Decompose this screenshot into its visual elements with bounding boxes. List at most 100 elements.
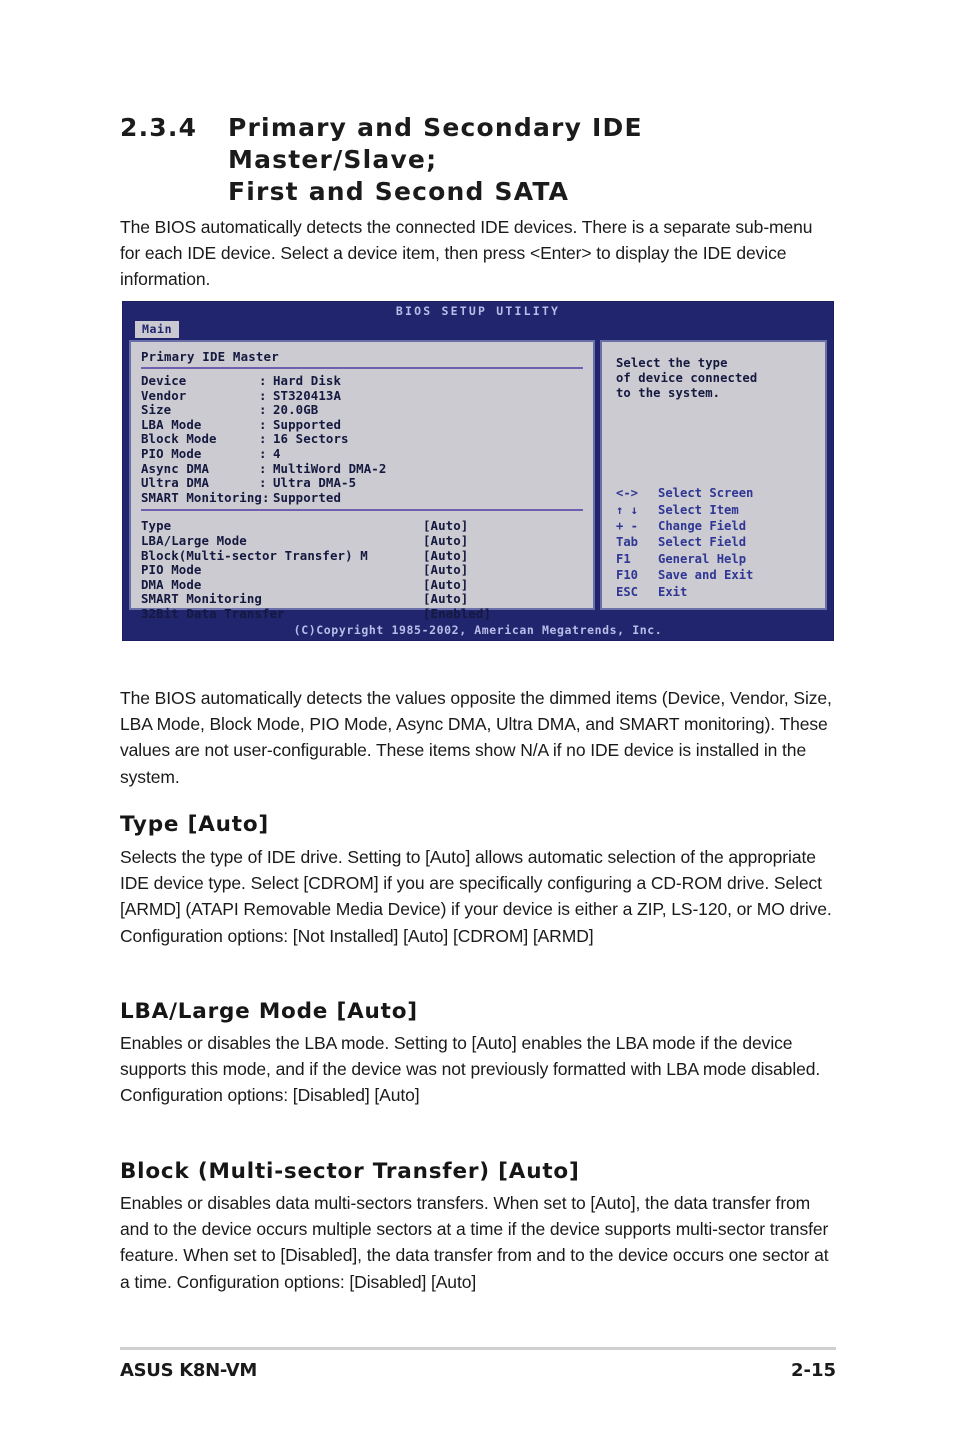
table-row: Async DMA : MultiWord DMA-2 (141, 460, 583, 477)
list-item[interactable]: PIO Mode [Auto] (141, 563, 583, 578)
list-item[interactable]: Block(Multi-sector Transfer) M [Auto] (141, 547, 583, 564)
bios-help-panel: Select the type of device connected to t… (600, 340, 827, 610)
option-value[interactable]: [Auto] (423, 592, 583, 607)
info-colon: : (259, 387, 267, 403)
info-label: Size (141, 402, 172, 418)
list-item[interactable]: LBA/Large Mode [Auto] (141, 532, 583, 549)
table-row: Vendor : ST320413A (141, 387, 583, 404)
bios-key-legend: <-> Select Screen ↑ ↓ Select Item + - Ch… (616, 485, 819, 600)
legend-action: Select Screen (658, 486, 754, 501)
intro-paragraph: The BIOS automatically detects the conne… (120, 216, 813, 290)
info-value: Supported (273, 416, 342, 432)
footer-divider (120, 1347, 836, 1350)
info-label: Async DMA (141, 460, 210, 476)
legend-item: Tab Select Field (616, 534, 819, 550)
info-value: ST320413A (273, 387, 342, 403)
bios-divider-bottom (141, 509, 583, 512)
legend-item: ESC Exit (616, 584, 819, 600)
info-colon: : (259, 416, 267, 432)
section-heading: 2.3.4 Primary and Secondary IDE Master/S… (120, 112, 840, 208)
bios-setup-screenshot: BIOS SETUP UTILITY Main Primary IDE Mast… (122, 301, 834, 641)
info-label: LBA Mode (141, 416, 202, 432)
bios-title-bar: BIOS SETUP UTILITY (123, 302, 833, 321)
info-colon: : (259, 402, 267, 418)
legend-item: F10 Save and Exit (616, 567, 819, 583)
list-item[interactable]: SMART Monitoring [Auto] (141, 592, 583, 607)
manual-page: 2.3.4 Primary and Secondary IDE Master/S… (0, 0, 954, 1438)
legend-key: Tab (616, 535, 639, 550)
option-value[interactable]: [Auto] (423, 519, 583, 534)
info-label: Block Mode (141, 431, 217, 447)
info-value: Supported (273, 489, 342, 505)
legend-action: Exit (658, 584, 688, 599)
bios-panel-title: Primary IDE Master (141, 349, 279, 364)
bios-title: BIOS SETUP UTILITY (395, 304, 561, 318)
legend-item: <-> Select Screen (616, 485, 819, 501)
legend-action: Change Field (658, 518, 747, 533)
legend-item: + - Change Field (616, 518, 819, 534)
subsection-heading-lba: LBA/Large Mode [Auto] (120, 998, 418, 1024)
table-row: LBA Mode : Supported (141, 416, 583, 433)
list-item[interactable]: Type [Auto] (141, 519, 583, 534)
option-value[interactable]: [Auto] (423, 577, 583, 593)
legend-action: Save and Exit (658, 568, 754, 583)
info-value: MultiWord DMA-2 (273, 460, 387, 476)
legend-key: ESC (616, 584, 639, 599)
bios-device-info-list: Device : Hard Disk Vendor : ST320413A Si… (141, 373, 583, 506)
footer-product-name: ASUS K8N-VM (120, 1360, 257, 1381)
subsection-heading-block: Block (Multi-sector Transfer) [Auto] (120, 1158, 580, 1184)
legend-item: F1 General Help (616, 551, 819, 567)
legend-action: General Help (658, 551, 747, 566)
table-row: PIO Mode : 4 (141, 445, 583, 462)
option-value[interactable]: [Auto] (423, 533, 583, 549)
info-colon: : (259, 431, 267, 447)
section-title-line1: Primary and Secondary IDE Master/Slave; (228, 113, 643, 174)
option-value[interactable]: [Auto] (423, 548, 583, 564)
list-item[interactable]: DMA Mode [Auto] (141, 577, 583, 593)
legend-key: ↑ ↓ (616, 502, 639, 517)
option-label: Type (141, 518, 172, 534)
dimmed-items-paragraph: The BIOS automatically detects the value… (120, 687, 832, 787)
legend-item: ↑ ↓ Select Item (616, 502, 819, 518)
subsection-body-type: Selects the type of IDE drive. Setting t… (120, 846, 832, 946)
info-value: 16 Sectors (273, 431, 349, 447)
info-label: SMART Monitoring: (141, 489, 270, 505)
legend-key: F10 (616, 568, 639, 583)
bios-body: Primary IDE Master Device : Hard Disk Ve… (129, 340, 827, 621)
legend-key: + - (616, 518, 639, 533)
bios-option-list: Type [Auto] LBA/Large Mode [Auto] Block(… (141, 519, 583, 621)
table-row: Block Mode : 16 Sectors (141, 432, 583, 447)
subsection-body-lba: Enables or disables the LBA mode. Settin… (120, 1032, 821, 1106)
info-label: Vendor (141, 387, 187, 403)
info-value: Ultra DMA-5 (273, 475, 357, 491)
info-colon: : (259, 373, 267, 388)
option-label: Block(Multi-sector Transfer) M (141, 547, 368, 563)
bios-tab-bar: Main (123, 321, 833, 339)
info-colon: : (259, 445, 267, 461)
bios-help-text: Select the type of device connected to t… (616, 356, 758, 400)
section-title: Primary and Secondary IDE Master/Slave; … (228, 112, 840, 208)
bios-main-panel: Primary IDE Master Device : Hard Disk Ve… (129, 340, 595, 621)
subsection-body-block: Enables or disables data multi-sectors t… (120, 1192, 829, 1292)
info-value: Hard Disk (273, 373, 342, 388)
info-colon: : (259, 460, 267, 476)
option-value[interactable]: [Auto] (423, 563, 583, 578)
table-row: SMART Monitoring: Supported (141, 489, 583, 506)
info-value: 20.0GB (273, 402, 319, 418)
info-label: Ultra DMA (141, 475, 210, 491)
option-label: LBA/Large Mode (141, 532, 247, 548)
bios-tab-main[interactable]: Main (135, 321, 180, 338)
bios-divider-top (141, 367, 583, 369)
subsection-heading-type: Type [Auto] (120, 811, 270, 837)
legend-key: F1 (616, 551, 631, 566)
legend-action: Select Item (658, 502, 739, 517)
table-row: Device : Hard Disk (141, 373, 583, 389)
option-label: PIO Mode (141, 562, 202, 578)
bios-copyright-bar: (C)Copyright 1985-2002, American Megatre… (123, 620, 833, 640)
info-label: Device (141, 373, 187, 388)
table-row: Ultra DMA : Ultra DMA-5 (141, 476, 583, 491)
option-label: SMART Monitoring (141, 591, 262, 607)
section-title-line2: First and Second SATA (228, 177, 570, 206)
legend-action: Select Field (658, 535, 747, 550)
info-label: PIO Mode (141, 445, 202, 461)
